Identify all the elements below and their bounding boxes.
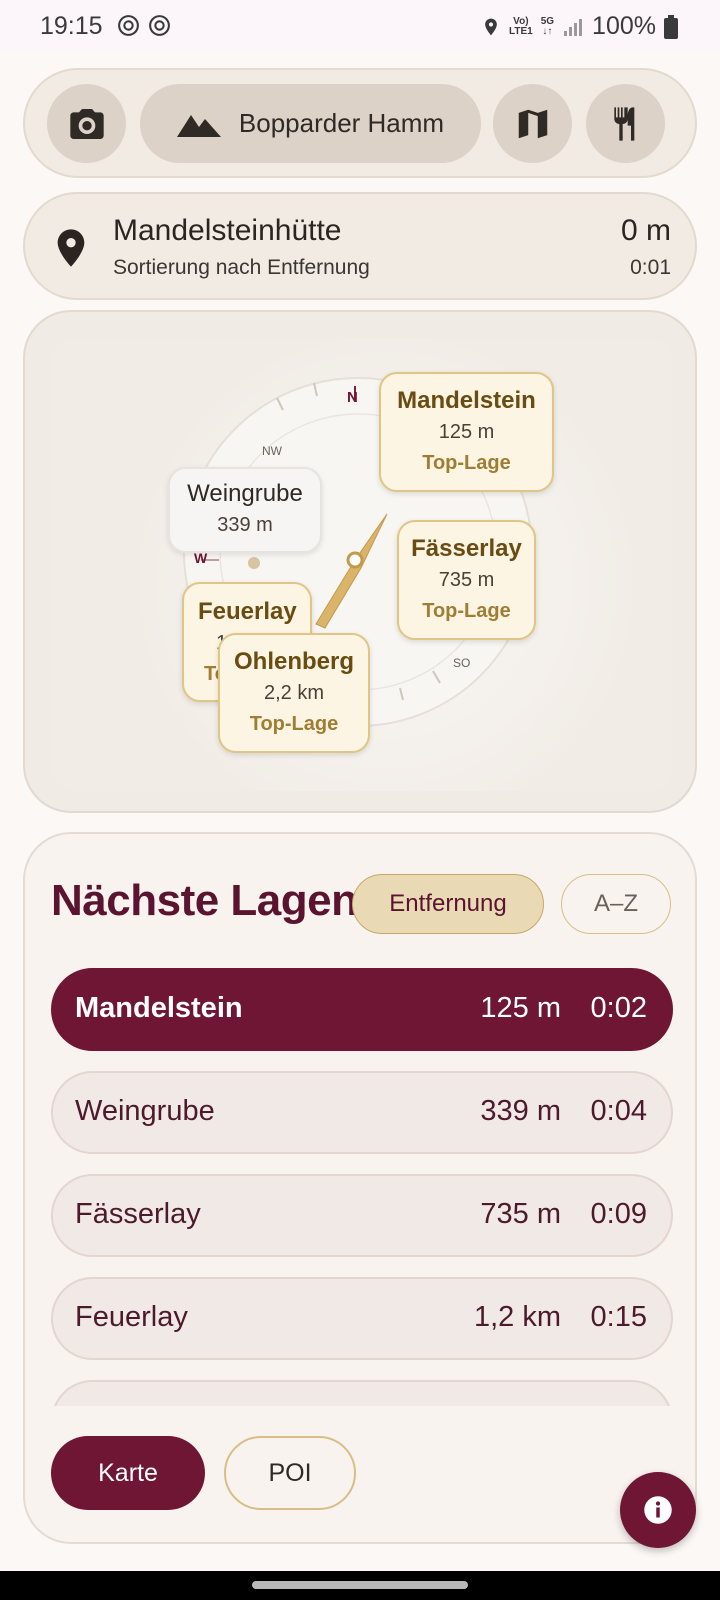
volte-indicator: Vo) LTE1: [508, 15, 533, 37]
direction-nw: NW: [262, 444, 282, 458]
list-item-faesserlay[interactable]: Fässerlay 735 m 0:09: [51, 1174, 673, 1257]
info-icon: [644, 1496, 672, 1524]
list-item-mandelstein[interactable]: Mandelstein 125 m 0:02: [51, 968, 673, 1051]
mountain-icon: [176, 114, 221, 137]
location-name: Mandelsteinhütte: [113, 214, 342, 247]
list-item-partial[interactable]: [51, 1380, 673, 1406]
sort-description: Sortierung nach Entfernung: [113, 256, 370, 279]
location-time: 0:01: [630, 256, 671, 279]
status-time: 19:15: [40, 12, 103, 40]
map-icon: [518, 109, 547, 138]
top-toolbar: Bopparder Hamm: [23, 68, 697, 178]
battery-percentage: 100%: [592, 12, 656, 40]
restaurant-icon: [613, 106, 634, 141]
compass-marker-mandelstein[interactable]: Mandelstein 125 m Top-Lage: [379, 372, 554, 492]
vineyard-list: Mandelstein 125 m 0:02 Weingrube 339 m 0…: [51, 968, 673, 1406]
camera-icon: [69, 108, 104, 139]
chatgpt-icon: [118, 15, 139, 36]
sort-alphabetical-chip[interactable]: A–Z: [561, 874, 671, 934]
system-navigation-bar: [0, 1571, 720, 1600]
direction-so: SO: [453, 656, 471, 670]
compass-marker-ohlenberg[interactable]: Ohlenberg 2,2 km Top-Lage: [218, 633, 370, 753]
status-indicators: Vo) LTE1 5G ↓↑ 100%: [481, 12, 678, 41]
notification-icons: [116, 13, 172, 38]
direction-n: N: [347, 389, 358, 406]
location-distance: 0 m: [620, 214, 671, 247]
list-item-weingrube[interactable]: Weingrube 339 m 0:04: [51, 1071, 673, 1154]
status-bar: 19:15 Vo) LTE1 5G ↓↑ 100%: [0, 0, 720, 52]
compass-marker-faesserlay[interactable]: Fässerlay 735 m Top-Lage: [397, 520, 536, 640]
camera-button[interactable]: [47, 84, 126, 163]
location-icon: [485, 18, 497, 35]
poi-button[interactable]: POI: [224, 1436, 356, 1510]
compass-marker-weingrube[interactable]: Weingrube 339 m: [168, 467, 322, 553]
signal-icon: [564, 18, 583, 36]
region-selector-button[interactable]: Bopparder Hamm: [140, 84, 481, 163]
restaurant-button[interactable]: [586, 84, 665, 163]
list-title: Nächste Lagen: [51, 876, 358, 925]
network-5g-indicator: 5G ↓↑: [540, 15, 555, 37]
compass-area: NW N W SO Mandelstein 125 m Top-Lage Wei…: [51, 338, 673, 791]
compass-card: NW N W SO Mandelstein 125 m Top-Lage Wei…: [23, 310, 697, 813]
home-gesture-handle[interactable]: [252, 1581, 468, 1589]
location-pin-icon: [57, 229, 85, 267]
battery-icon: [664, 14, 678, 39]
chatgpt-icon: [149, 15, 170, 36]
current-location-card[interactable]: Mandelsteinhütte Sortierung nach Entfern…: [23, 192, 697, 300]
map-view-button[interactable]: Karte: [51, 1436, 205, 1510]
map-button[interactable]: [493, 84, 572, 163]
list-item-feuerlay[interactable]: Feuerlay 1,2 km 0:15: [51, 1277, 673, 1360]
info-button[interactable]: [620, 1472, 696, 1548]
nearest-vineyards-card: Nächste Lagen Entfernung A–Z Mandelstein…: [23, 832, 697, 1544]
sort-distance-chip[interactable]: Entfernung: [352, 874, 544, 934]
region-label: Bopparder Hamm: [238, 108, 445, 138]
